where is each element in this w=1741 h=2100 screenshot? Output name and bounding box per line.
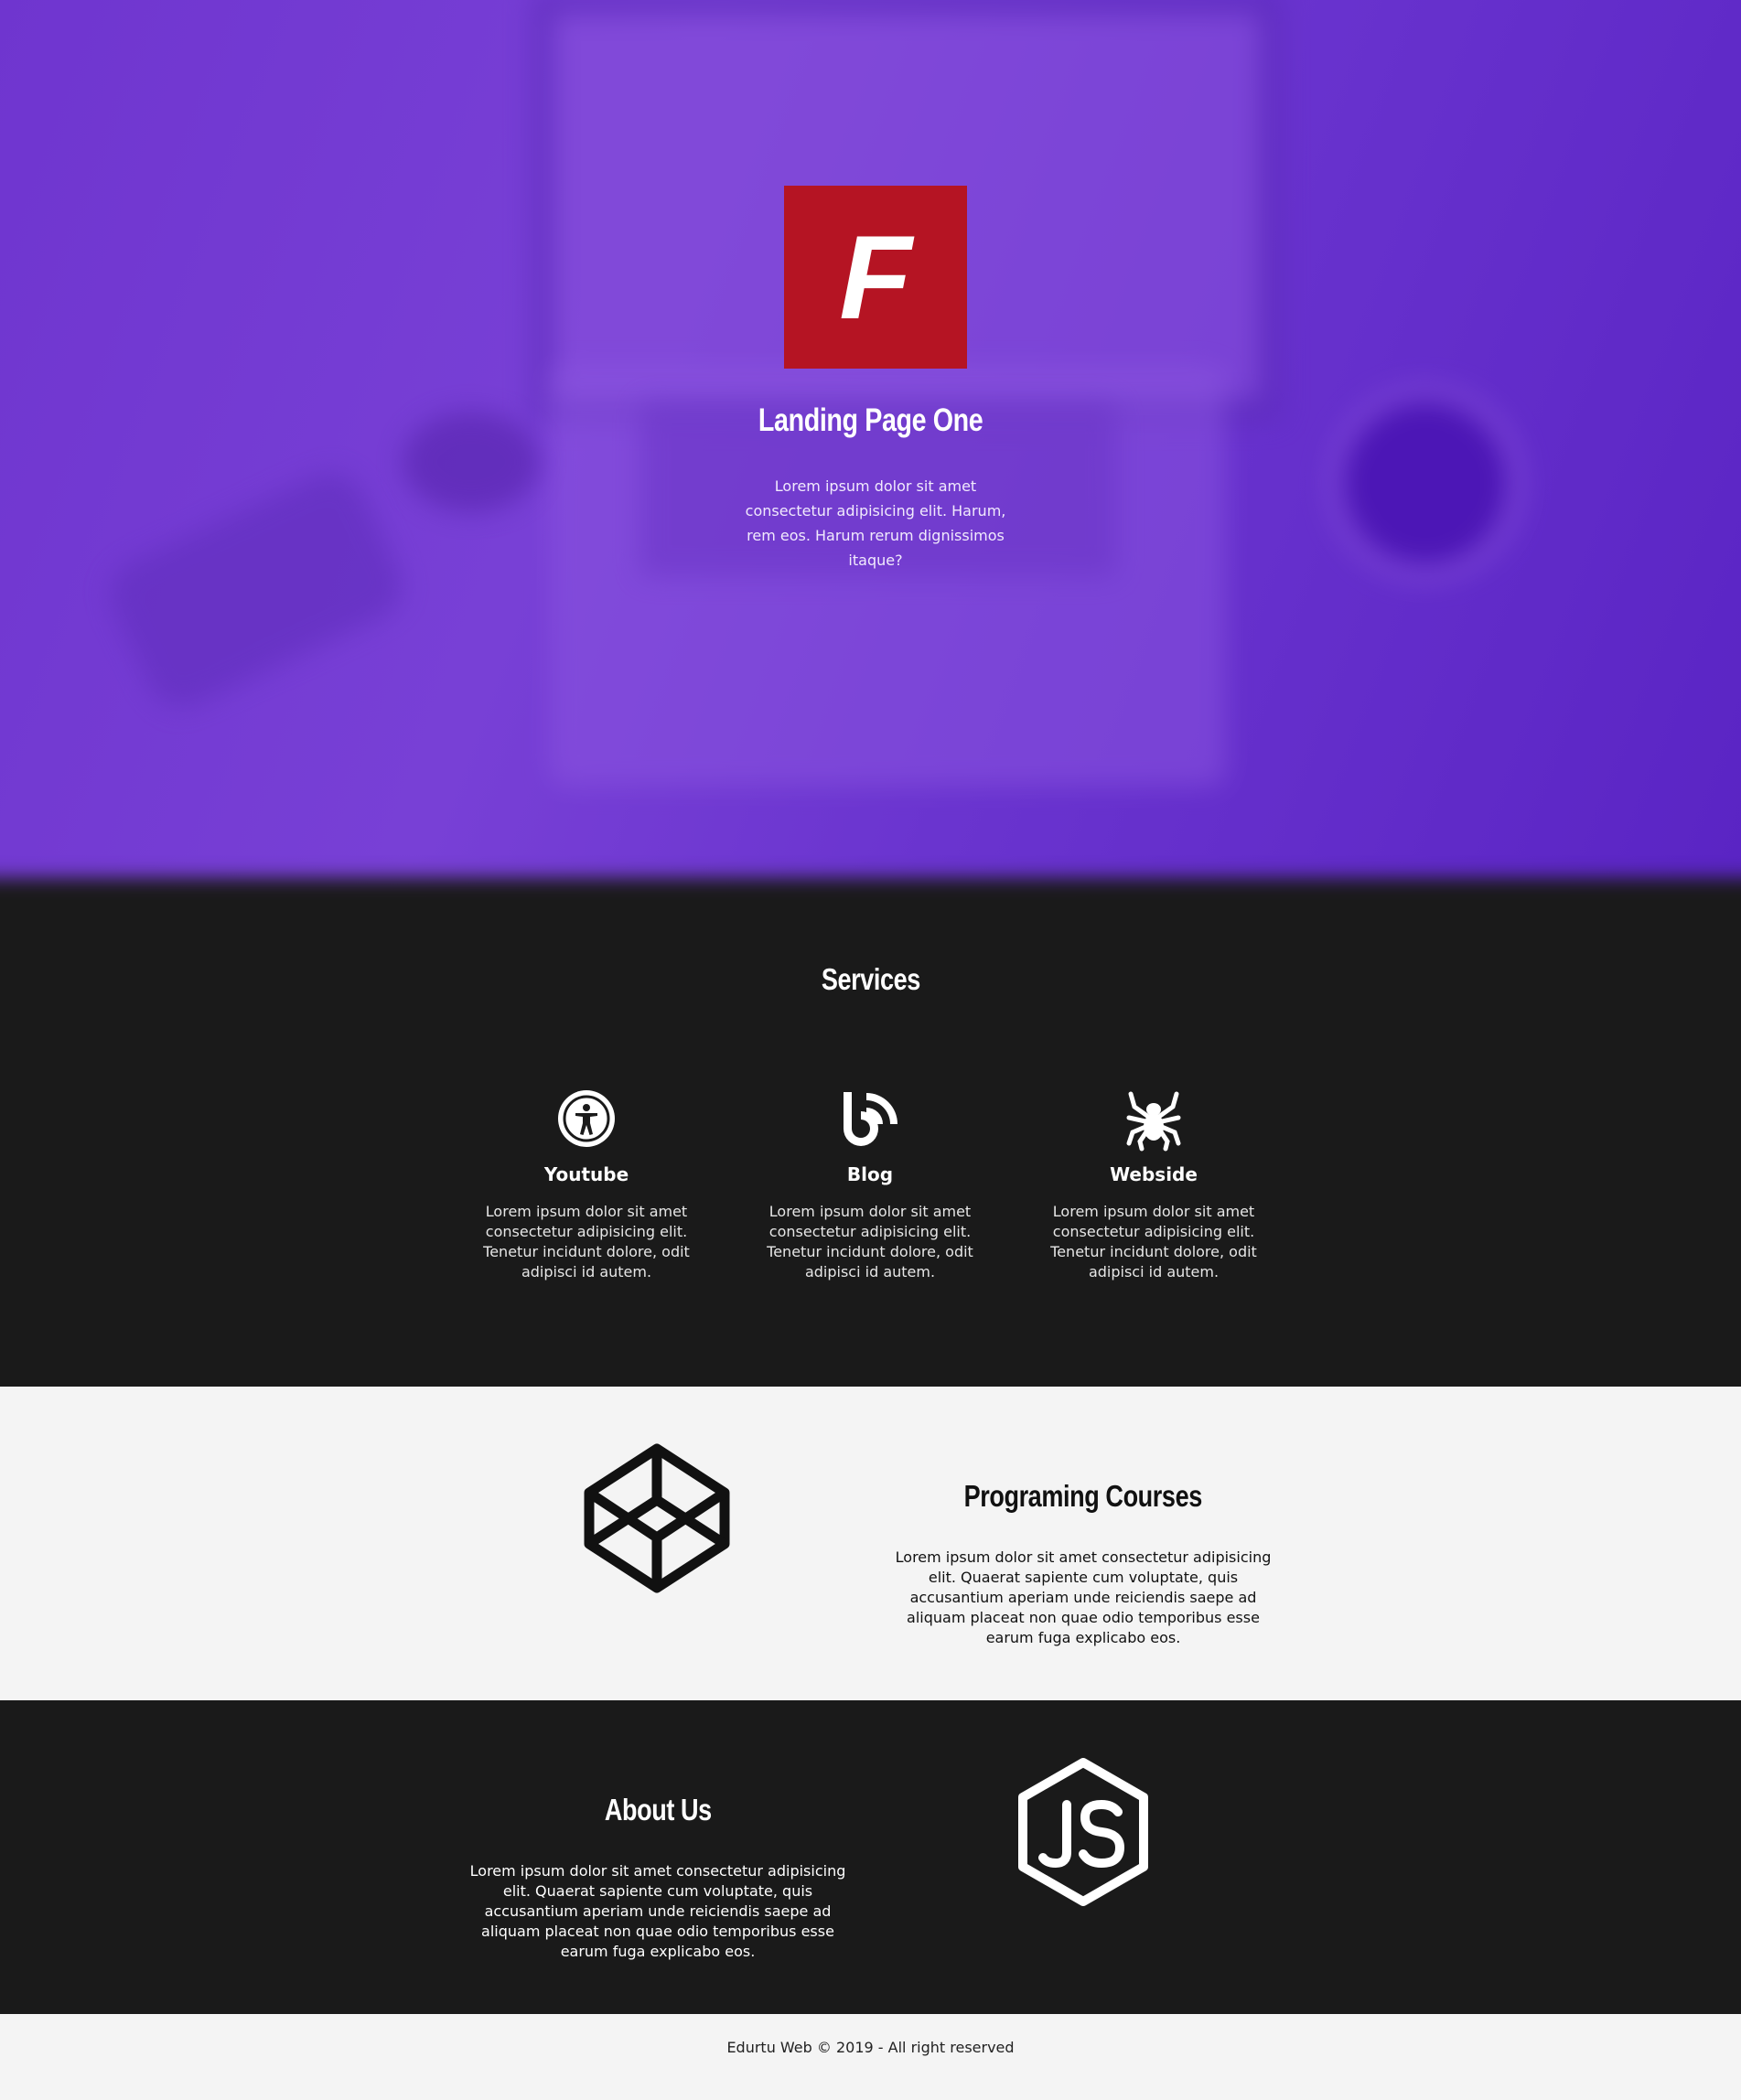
service-card-webside: Webside Lorem ipsum dolor sit amet conse…	[1030, 1085, 1277, 1282]
footer: Edurtu Web © 2019 - All right reserved	[0, 2014, 1741, 2100]
background-glasses	[99, 461, 414, 719]
logo-letter: F	[839, 210, 912, 344]
footer-copyright: Edurtu Web © 2019 - All right reserved	[726, 2039, 1015, 2056]
service-description: Lorem ipsum dolor sit amet consectetur a…	[1050, 1203, 1257, 1280]
nodejs-icon	[1018, 1758, 1148, 1906]
courses-title-text: Programing Courses	[963, 1479, 1203, 1513]
service-name: Webside	[1110, 1163, 1198, 1185]
hero-title-text: Landing Page One	[758, 402, 983, 438]
hero-title: Landing Page One	[0, 402, 1741, 439]
courses-section: Programing Courses Lorem ipsum dolor sit…	[0, 1387, 1741, 1700]
about-description: Lorem ipsum dolor sit amet consectetur a…	[469, 1862, 846, 1960]
service-card-blog: Blog Lorem ipsum dolor sit amet consecte…	[747, 1085, 994, 1282]
about-title: About Us	[457, 1792, 859, 1827]
courses-description: Lorem ipsum dolor sit amet consectetur a…	[895, 1548, 1272, 1646]
services-section: Services Youtube Lorem ipsum dolor sit a…	[0, 902, 1741, 1387]
about-section: About Us Lorem ipsum dolor sit amet cons…	[0, 1700, 1741, 2014]
hero-section: F Landing Page One Lorem ipsum dolor sit…	[0, 0, 1741, 902]
codepen-icon	[584, 1443, 730, 1593]
spider-icon	[1126, 1091, 1181, 1152]
courses-title: Programing Courses	[882, 1478, 1284, 1514]
about-title-text: About Us	[604, 1793, 712, 1827]
background-vignette	[0, 878, 1741, 902]
services-title-text: Services	[821, 962, 920, 996]
accessibility-icon	[558, 1090, 615, 1147]
service-card-youtube: Youtube Lorem ipsum dolor sit amet conse…	[463, 1085, 710, 1282]
service-name: Youtube	[543, 1163, 629, 1185]
service-description: Lorem ipsum dolor sit amet consectetur a…	[483, 1203, 690, 1280]
logo[interactable]: F	[784, 186, 967, 369]
service-description: Lorem ipsum dolor sit amet consectetur a…	[767, 1203, 973, 1280]
service-name: Blog	[846, 1163, 894, 1185]
services-title: Services	[0, 961, 1741, 997]
blog-rss-icon	[844, 1092, 897, 1146]
hero-description: Lorem ipsum dolor sit amet consectetur a…	[745, 477, 1006, 569]
